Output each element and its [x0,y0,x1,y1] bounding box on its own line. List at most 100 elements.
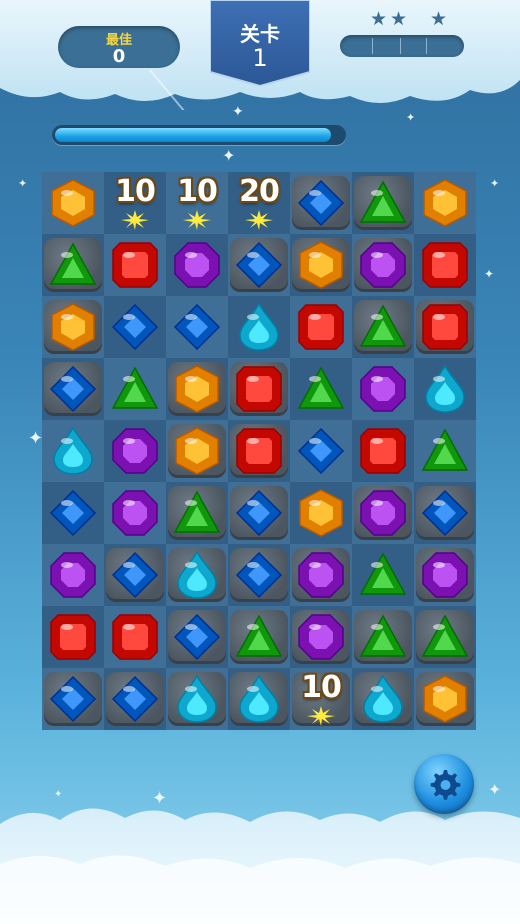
board-cell[interactable] [414,296,476,358]
board-cell[interactable] [352,668,414,730]
board-cell[interactable] [228,234,290,296]
board-cell[interactable] [352,172,414,234]
green-triangle-gem[interactable] [420,426,470,476]
green-triangle-gem[interactable] [296,364,346,414]
board-cell[interactable] [228,358,290,420]
board-cell[interactable]: 10 [104,172,166,234]
board-cell[interactable] [166,482,228,544]
board-cell[interactable] [166,358,228,420]
orange-hexagon-gem[interactable] [296,240,346,290]
board-cell[interactable] [414,544,476,606]
board-cell[interactable] [104,544,166,606]
orange-hexagon-gem[interactable] [420,178,470,228]
board-cell[interactable] [290,544,352,606]
red-square-gem[interactable] [110,612,160,662]
blue-diamond-gem[interactable] [48,674,98,724]
board-cell[interactable] [166,668,228,730]
red-square-gem[interactable] [48,612,98,662]
board-cell[interactable] [290,358,352,420]
board-cell[interactable] [352,606,414,668]
board-cell[interactable] [290,420,352,482]
board-cell[interactable] [290,606,352,668]
blue-diamond-gem[interactable] [420,488,470,538]
green-triangle-gem[interactable] [358,302,408,352]
blue-diamond-gem[interactable] [234,550,284,600]
cyan-drop-gem[interactable] [358,674,408,724]
purple-octagon-gem[interactable] [110,488,160,538]
blue-diamond-gem[interactable] [110,302,160,352]
red-square-gem[interactable] [296,302,346,352]
board-cell[interactable] [104,606,166,668]
board-cell[interactable] [166,606,228,668]
board-cell[interactable] [104,420,166,482]
cyan-drop-gem[interactable] [172,674,222,724]
board-cell[interactable] [42,544,104,606]
green-triangle-gem[interactable] [48,240,98,290]
board-cell[interactable]: 10 [166,172,228,234]
settings-button[interactable] [414,754,474,814]
board-cell[interactable] [228,606,290,668]
red-square-gem[interactable] [420,302,470,352]
blue-diamond-gem[interactable] [234,488,284,538]
board-cell[interactable] [414,234,476,296]
board-cell[interactable] [42,482,104,544]
blue-diamond-gem[interactable] [172,302,222,352]
blue-diamond-gem[interactable] [296,178,346,228]
green-triangle-gem[interactable] [110,364,160,414]
board-cell[interactable] [228,420,290,482]
green-triangle-gem[interactable] [420,612,470,662]
board-cell[interactable] [42,296,104,358]
purple-octagon-gem[interactable] [48,550,98,600]
board-cell[interactable] [352,296,414,358]
purple-octagon-gem[interactable] [296,550,346,600]
green-triangle-gem[interactable] [234,612,284,662]
blue-diamond-gem[interactable] [234,240,284,290]
red-square-gem[interactable] [110,240,160,290]
cyan-drop-gem[interactable] [420,364,470,414]
board-cell[interactable] [104,358,166,420]
board-cell[interactable] [42,172,104,234]
orange-hexagon-gem[interactable] [48,178,98,228]
blue-diamond-gem[interactable] [48,488,98,538]
board-cell[interactable] [166,420,228,482]
board-cell[interactable] [42,358,104,420]
red-square-gem[interactable] [420,240,470,290]
blue-diamond-gem[interactable] [296,426,346,476]
board-cell[interactable] [352,544,414,606]
blue-diamond-gem[interactable] [110,674,160,724]
orange-hexagon-gem[interactable] [172,426,222,476]
purple-octagon-gem[interactable] [172,240,222,290]
board-cell[interactable] [104,234,166,296]
board-cell[interactable] [166,234,228,296]
orange-hexagon-gem[interactable] [296,488,346,538]
board-cell[interactable] [290,296,352,358]
board-cell[interactable] [352,420,414,482]
board-cell[interactable] [414,358,476,420]
board-cell[interactable] [414,172,476,234]
board-cell[interactable] [352,482,414,544]
board-cell[interactable] [290,234,352,296]
board-cell[interactable] [42,606,104,668]
purple-octagon-gem[interactable] [296,612,346,662]
blue-diamond-gem[interactable] [48,364,98,414]
orange-hexagon-gem[interactable] [420,674,470,724]
board-cell[interactable] [228,668,290,730]
board-cell[interactable] [104,296,166,358]
board-cell[interactable] [414,606,476,668]
board-cell[interactable]: 20 [228,172,290,234]
red-square-gem[interactable] [234,364,284,414]
board-cell[interactable] [42,668,104,730]
board-cell[interactable] [228,544,290,606]
board-cell[interactable] [166,296,228,358]
board-cell[interactable] [352,358,414,420]
green-triangle-gem[interactable] [358,550,408,600]
orange-hexagon-gem[interactable] [48,302,98,352]
purple-octagon-gem[interactable] [110,426,160,476]
board-cell[interactable] [42,234,104,296]
board-cell[interactable] [414,668,476,730]
board-cell[interactable] [166,544,228,606]
board-cell[interactable] [290,172,352,234]
green-triangle-gem[interactable] [172,488,222,538]
red-square-gem[interactable] [234,426,284,476]
purple-octagon-gem[interactable] [358,488,408,538]
